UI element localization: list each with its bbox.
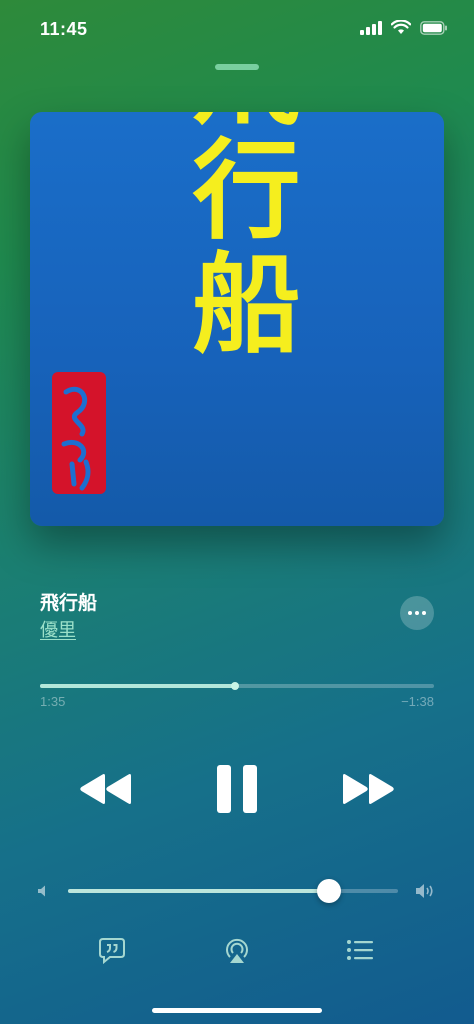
volume-fill <box>68 889 329 893</box>
airplay-button[interactable] <box>221 934 253 966</box>
lyrics-button[interactable] <box>96 934 128 966</box>
bottom-action-bar <box>0 930 474 970</box>
wifi-icon <box>391 20 411 34</box>
fast-forward-icon <box>343 774 394 804</box>
queue-button[interactable] <box>344 934 376 966</box>
fast-forward-button[interactable] <box>340 760 396 818</box>
pause-icon <box>217 765 257 813</box>
rewind-icon <box>80 774 131 804</box>
status-bar: 11:45 <box>0 0 474 60</box>
speaker-high-icon <box>416 884 433 898</box>
battery-icon <box>420 20 447 35</box>
track-artist-link[interactable]: 優里 <box>40 616 76 642</box>
progress-fill <box>40 684 236 688</box>
artist-seal <box>52 372 106 494</box>
status-icons <box>360 20 448 35</box>
pause-button[interactable] <box>208 760 266 818</box>
time-elapsed: 1:35 <box>40 694 66 709</box>
sheet-grabber[interactable] <box>215 64 259 70</box>
album-artwork: 飛行船 <box>30 112 444 526</box>
rewind-button[interactable] <box>78 760 134 818</box>
transport-controls <box>0 760 474 818</box>
lyrics-bubble-icon <box>99 938 125 964</box>
home-indicator[interactable] <box>152 1008 322 1013</box>
cellular-signal-icon <box>360 20 382 35</box>
track-title: 飛行船 <box>40 593 98 614</box>
ellipsis-icon <box>408 611 412 615</box>
more-options-button[interactable] <box>400 596 434 630</box>
speaker-low-icon <box>38 885 45 897</box>
time-remaining: −1:38 <box>401 694 434 709</box>
artwork-title-lettering: 飛行船 <box>175 112 301 361</box>
progress-knob[interactable] <box>231 682 240 690</box>
airplay-icon <box>226 938 248 963</box>
volume-slider[interactable] <box>68 879 398 903</box>
seal-signature-icon <box>61 387 91 491</box>
progress-scrubber[interactable] <box>40 682 434 690</box>
status-time: 11:45 <box>40 19 88 39</box>
volume-knob[interactable] <box>316 879 341 903</box>
volume-row <box>0 876 474 906</box>
queue-list-icon <box>347 940 373 960</box>
